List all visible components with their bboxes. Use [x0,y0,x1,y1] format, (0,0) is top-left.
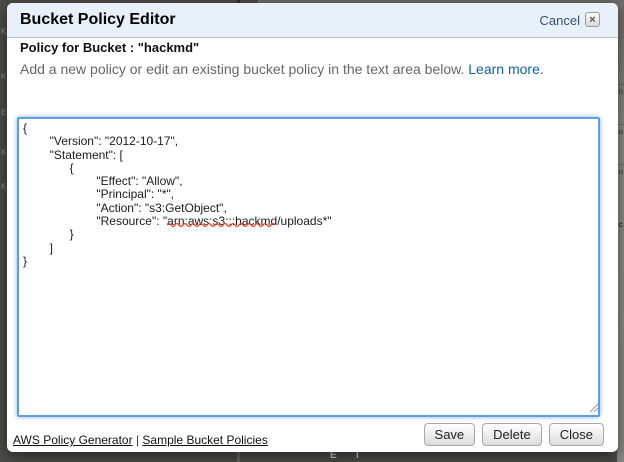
link-separator: | [136,433,139,447]
backdrop-text-fragment: E [330,452,337,460]
backdrop-text-fragment: u [619,128,623,136]
delete-button[interactable]: Delete [482,423,542,446]
backdrop-text-fragment: n [619,88,623,96]
aws-policy-generator-link[interactable]: AWS Policy Generator [13,433,133,447]
backdrop-column-divider-bottom [237,451,240,462]
backdrop-text-fragment: l [356,452,359,460]
backdrop-right-strip [617,0,624,462]
dialog-header: Bucket Policy Editor Cancel × [7,3,618,38]
dialog-title: Bucket Policy Editor [20,11,176,29]
backdrop-row-line [617,124,624,125]
backdrop-text-fragment: K [1,28,6,36]
backdrop-text-fragment: K [1,149,6,157]
bucket-policy-editor-dialog: Bucket Policy Editor Cancel × Policy for… [7,3,618,452]
description-sentence: Add a new policy or edit an existing buc… [20,61,468,77]
dialog-button-row: Save Delete Close [424,423,604,446]
cancel-link[interactable]: Cancel [540,13,580,28]
save-button[interactable]: Save [424,423,476,446]
resize-handle[interactable] [588,402,599,413]
backdrop-row-line [617,84,624,85]
backdrop-text-fragment: E [1,109,6,117]
description-text: Add a new policy or edit an existing buc… [20,61,544,77]
backdrop-text-fragment: K [1,73,6,81]
close-icon[interactable]: × [585,12,600,27]
backdrop-text-fragment: c [619,221,623,229]
policy-for-bucket-label: Policy for Bucket : "hackmd" [20,40,199,55]
sample-bucket-policies-link[interactable]: Sample Bucket Policies [142,433,267,447]
footer-links: AWS Policy Generator | Sample Bucket Pol… [13,433,268,447]
learn-more-link[interactable]: Learn more. [468,61,543,77]
backdrop-text-fragment: u [619,168,623,176]
close-button[interactable]: Close [549,423,604,446]
policy-textarea[interactable] [17,117,600,417]
backdrop-row-line [617,164,624,165]
backdrop-text-fragment: K [1,183,6,191]
